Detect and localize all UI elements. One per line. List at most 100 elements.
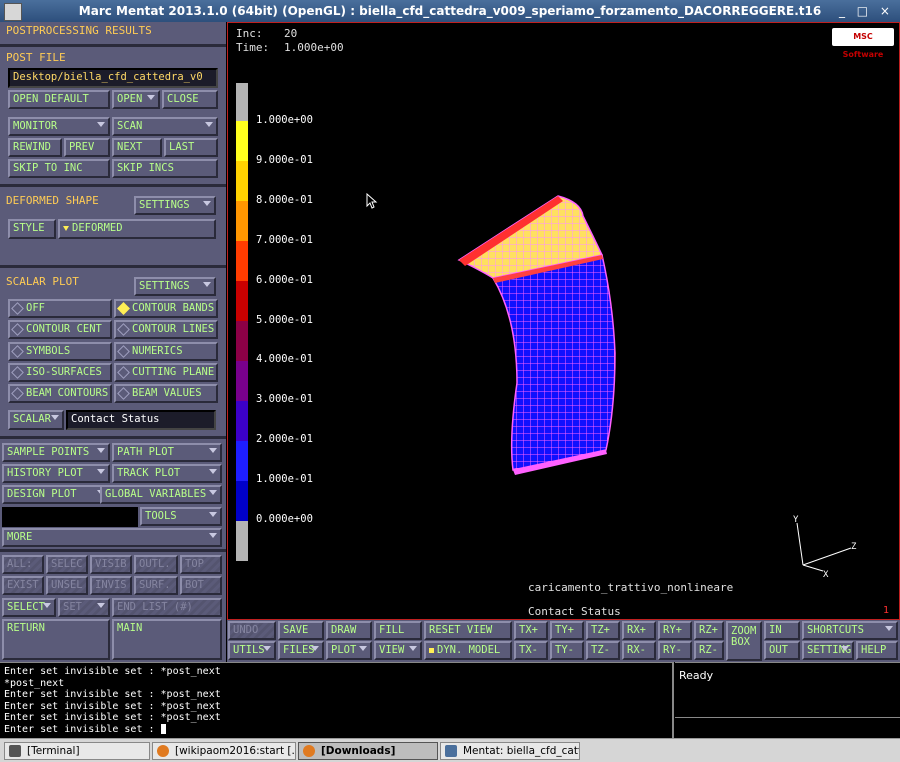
set-outl-button[interactable]: OUTL. [134,555,178,574]
graphics-viewport[interactable]: Inc: 20 Time: 1.000e+00 MSC Software 1.0… [227,22,900,620]
utils-button[interactable]: UTILS [228,641,276,660]
rewind-button[interactable]: REWIND [8,138,62,157]
beam-values-option[interactable]: BEAM VALUES [114,384,218,403]
draw-button[interactable]: DRAW [326,621,372,640]
legend-label: 2.000e-01 [256,433,313,445]
sample-points-button[interactable]: SAMPLE POINTS [2,443,110,462]
undo-button[interactable]: UNDO [228,621,276,640]
plot-button[interactable]: PLOT [326,641,372,660]
empty-slot [2,507,138,527]
last-button[interactable]: LAST [164,138,218,157]
set-surf-button[interactable]: SURF. [134,576,178,595]
rz-minus-button[interactable]: RZ- [694,641,724,660]
scalar-name-label: Contact Status [528,605,621,618]
post-file-path[interactable]: Desktop/biella_cfd_cattedra_v0 [8,68,218,88]
command-console[interactable]: Enter set invisible set : *post_next *po… [0,662,674,738]
tx-minus-button[interactable]: TX- [514,641,548,660]
help-button[interactable]: HELP [856,641,898,660]
open-default-button[interactable]: OPEN DEFAULT [8,90,110,109]
numerics-option[interactable]: NUMERICS [114,342,218,361]
cutting-plane-option[interactable]: CUTTING PLANE [114,363,218,382]
contour-lines-option[interactable]: CONTOUR LINES [114,320,218,339]
scan-button[interactable]: SCAN [112,117,218,136]
end-list-button[interactable]: END LIST (#) [112,598,222,617]
contour-cent-option[interactable]: CONTOUR CENT [8,320,112,339]
skip-to-inc-button[interactable]: SKIP TO INC [8,159,110,178]
set-exist-button[interactable]: EXIST [2,576,44,595]
contour-bands-option[interactable]: CONTOUR BANDS [114,299,218,318]
open-button[interactable]: OPEN [112,90,160,109]
style-button[interactable]: STYLE [8,219,56,239]
style-dropdown[interactable]: DEFORMED [58,219,216,239]
dyn-model-toggle[interactable]: DYN. MODEL [424,641,512,660]
tx-plus-button[interactable]: TX+ [514,621,548,640]
prev-button[interactable]: PREV [64,138,110,157]
set-invis-button[interactable]: INVIS [90,576,132,595]
legend-label: 1.000e-01 [256,473,313,485]
set-visib-button[interactable]: VISIB [90,555,132,574]
x-axis-line [802,564,824,572]
fe-mesh-model[interactable] [453,188,633,488]
path-plot-button[interactable]: PATH PLOT [112,443,222,462]
zoom-out-button[interactable]: OUT [764,641,800,660]
rx-minus-button[interactable]: RX- [622,641,656,660]
return-button[interactable]: RETURN [2,619,110,660]
next-button[interactable]: NEXT [112,138,162,157]
command-prompt: Enter set invisible set : [4,723,161,735]
command-input[interactable]: Enter set invisible set : [4,723,668,736]
iso-surfaces-option[interactable]: ISO-SURFACES [8,363,112,382]
taskbar-item-browser[interactable]: [wikipaom2016:start [... [152,742,296,760]
option-label: CONTOUR LINES [132,323,215,335]
deformed-settings-button[interactable]: SETTINGS [134,196,216,215]
more-button[interactable]: MORE [2,528,222,547]
tz-minus-button[interactable]: TZ- [586,641,620,660]
taskbar-item-mentat[interactable]: Mentat: biella_cfd_catt... [440,742,580,760]
set-top-button[interactable]: TOP [180,555,222,574]
tools-button[interactable]: TOOLS [140,507,222,526]
window-controls[interactable]: _ □ × [839,0,894,22]
taskbar-item-downloads[interactable]: [Downloads] [298,742,438,760]
zoom-box-button[interactable]: ZOOM BOX [726,621,762,661]
save-button[interactable]: SAVE [278,621,324,640]
ry-minus-button[interactable]: RY- [658,641,692,660]
symbols-option[interactable]: SYMBOLS [8,342,112,361]
zoom-in-button[interactable]: IN [764,621,800,640]
set-button[interactable]: SET [58,598,110,617]
msc-software-logo: MSC Software [832,28,894,59]
set-bot-button[interactable]: BOT [180,576,222,595]
scalar-settings-button[interactable]: SETTINGS [134,277,216,296]
track-plot-button[interactable]: TRACK PLOT [112,464,222,483]
ty-minus-button[interactable]: TY- [550,641,584,660]
taskbar-item-terminal[interactable]: [Terminal] [4,742,150,760]
reset-view-button[interactable]: RESET VIEW [424,621,512,640]
history-plot-button[interactable]: HISTORY PLOT [2,464,110,483]
scalar-value-field[interactable]: Contact Status [66,410,216,430]
tz-plus-button[interactable]: TZ+ [586,621,620,640]
design-plot-button[interactable]: DESIGN PLOT [2,485,110,504]
set-all-button[interactable]: ALL: [2,555,44,574]
scalar-off-option[interactable]: OFF [8,299,112,318]
main-button[interactable]: MAIN [112,619,222,660]
set-selec-button[interactable]: SELEC [46,555,88,574]
rz-plus-button[interactable]: RZ+ [694,621,724,640]
monitor-button[interactable]: MONITOR [8,117,110,136]
ry-plus-button[interactable]: RY+ [658,621,692,640]
view-button[interactable]: VIEW [374,641,422,660]
skip-incs-button[interactable]: SKIP INCS [112,159,218,178]
files-button[interactable]: FILES [278,641,324,660]
radio-icon [11,301,24,315]
global-variables-button[interactable]: GLOBAL VARIABLES [100,485,222,504]
scalar-button[interactable]: SCALAR [8,410,64,430]
close-button[interactable]: CLOSE [162,90,218,109]
set-unsel-button[interactable]: UNSEL [46,576,88,595]
shortcuts-button[interactable]: SHORTCUTS [802,621,898,640]
select-button[interactable]: SELECT [2,598,56,617]
settings-button[interactable]: SETTINGS [802,641,854,660]
option-label: OFF [26,302,45,314]
fill-button[interactable]: FILL [374,621,422,640]
scalar-plot-header: SCALAR PLOT [6,275,79,288]
beam-contours-option[interactable]: BEAM CONTOURS [8,384,112,403]
ty-plus-button[interactable]: TY+ [550,621,584,640]
rx-plus-button[interactable]: RX+ [622,621,656,640]
legend-band [236,201,248,241]
